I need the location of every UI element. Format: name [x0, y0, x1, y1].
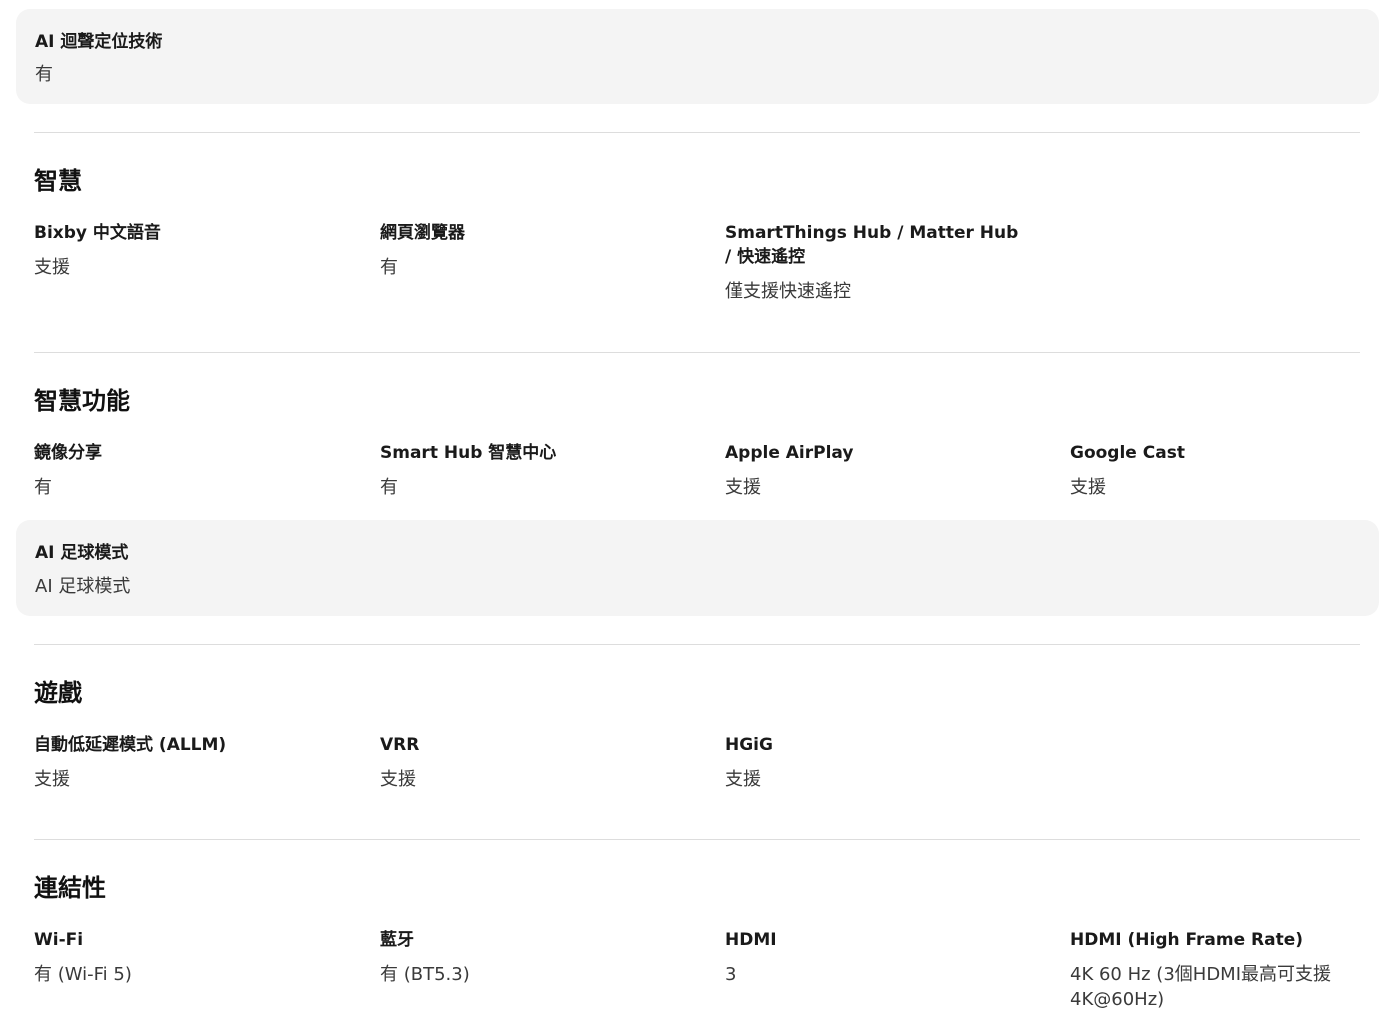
divider [34, 839, 1360, 840]
spec-vrr: VRR 支援 [380, 733, 680, 792]
spec-label: Wi-Fi [34, 930, 84, 950]
spec-label: Apple AirPlay [725, 443, 854, 463]
spec-label: Google Cast [1070, 443, 1185, 463]
spec-hdmi: HDMI 3 [725, 928, 1025, 987]
spec-label: 藍牙 [380, 930, 414, 950]
section-title-smart: 智慧 [34, 167, 82, 195]
spec-label: Smart Hub 智慧中心 [380, 443, 557, 463]
spec-value: 支援 [34, 257, 70, 278]
spec-label: AI 迴聲定位技術 [35, 32, 163, 52]
spec-value: 支援 [1070, 477, 1106, 498]
spec-page: AI 迴聲定位技術 有 智慧 Bixby 中文語音 支援 網頁瀏覽器 有 Sma… [0, 0, 1400, 1021]
ai-football-mode-card: AI 足球模式 AI 足球模式 [16, 520, 1379, 616]
spec-label: 鏡像分享 [34, 443, 102, 463]
spec-label: HDMI (High Frame Rate) [1070, 930, 1304, 950]
divider [34, 644, 1360, 645]
spec-bixby: Bixby 中文語音 支援 [34, 221, 334, 280]
spec-value: 支援 [34, 769, 70, 790]
spec-value: 僅支援快速遙控 [725, 281, 851, 302]
spec-value: 4K 60 Hz (3個HDMI最高可支援 4K@60Hz) [1070, 964, 1332, 1010]
section-title-gaming: 遊戲 [34, 679, 82, 707]
spec-value: 有 [35, 64, 53, 85]
spec-screen-mirroring: 鏡像分享 有 [34, 441, 334, 500]
spec-smart-hub: Smart Hub 智慧中心 有 [380, 441, 680, 500]
spec-value: 3 [725, 964, 737, 985]
spec-label: Bixby 中文語音 [34, 223, 161, 243]
divider [34, 352, 1360, 353]
spec-apple-airplay: Apple AirPlay 支援 [725, 441, 1025, 500]
divider [34, 132, 1360, 133]
spec-allm: 自動低延遲模式 (ALLM) 支援 [34, 733, 334, 792]
spec-label: AI 足球模式 [35, 543, 129, 563]
ai-echo-location-card: AI 迴聲定位技術 有 [16, 9, 1379, 104]
spec-label: HDMI [725, 930, 777, 950]
section-title-connectivity: 連結性 [34, 874, 106, 902]
spec-value: 有 (BT5.3) [380, 964, 470, 985]
spec-value: 有 (Wi-Fi 5) [34, 964, 132, 985]
spec-label: VRR [380, 735, 420, 755]
spec-value: AI 足球模式 [35, 576, 131, 597]
spec-value: 支援 [725, 477, 761, 498]
spec-wifi: Wi-Fi 有 (Wi-Fi 5) [34, 928, 334, 987]
spec-hgig: HGiG 支援 [725, 733, 1025, 792]
spec-hdmi-hfr: HDMI (High Frame Rate) 4K 60 Hz (3個HDMI最… [1070, 928, 1360, 1012]
spec-label: 自動低延遲模式 (ALLM) [34, 735, 227, 755]
spec-value: 支援 [725, 769, 761, 790]
spec-label: HGiG [725, 735, 773, 755]
section-title-smart-features: 智慧功能 [34, 387, 130, 415]
spec-web-browser: 網頁瀏覽器 有 [380, 221, 680, 280]
spec-label: 網頁瀏覽器 [380, 223, 465, 243]
spec-smartthings-hub: SmartThings Hub / Matter Hub / 快速遙控 僅支援快… [725, 221, 1025, 304]
spec-value: 支援 [380, 769, 416, 790]
spec-value: 有 [380, 477, 398, 498]
spec-bluetooth: 藍牙 有 (BT5.3) [380, 928, 680, 987]
spec-label: SmartThings Hub / Matter Hub / 快速遙控 [725, 223, 1019, 267]
spec-value: 有 [34, 477, 52, 498]
spec-value: 有 [380, 257, 398, 278]
spec-google-cast: Google Cast 支援 [1070, 441, 1370, 500]
